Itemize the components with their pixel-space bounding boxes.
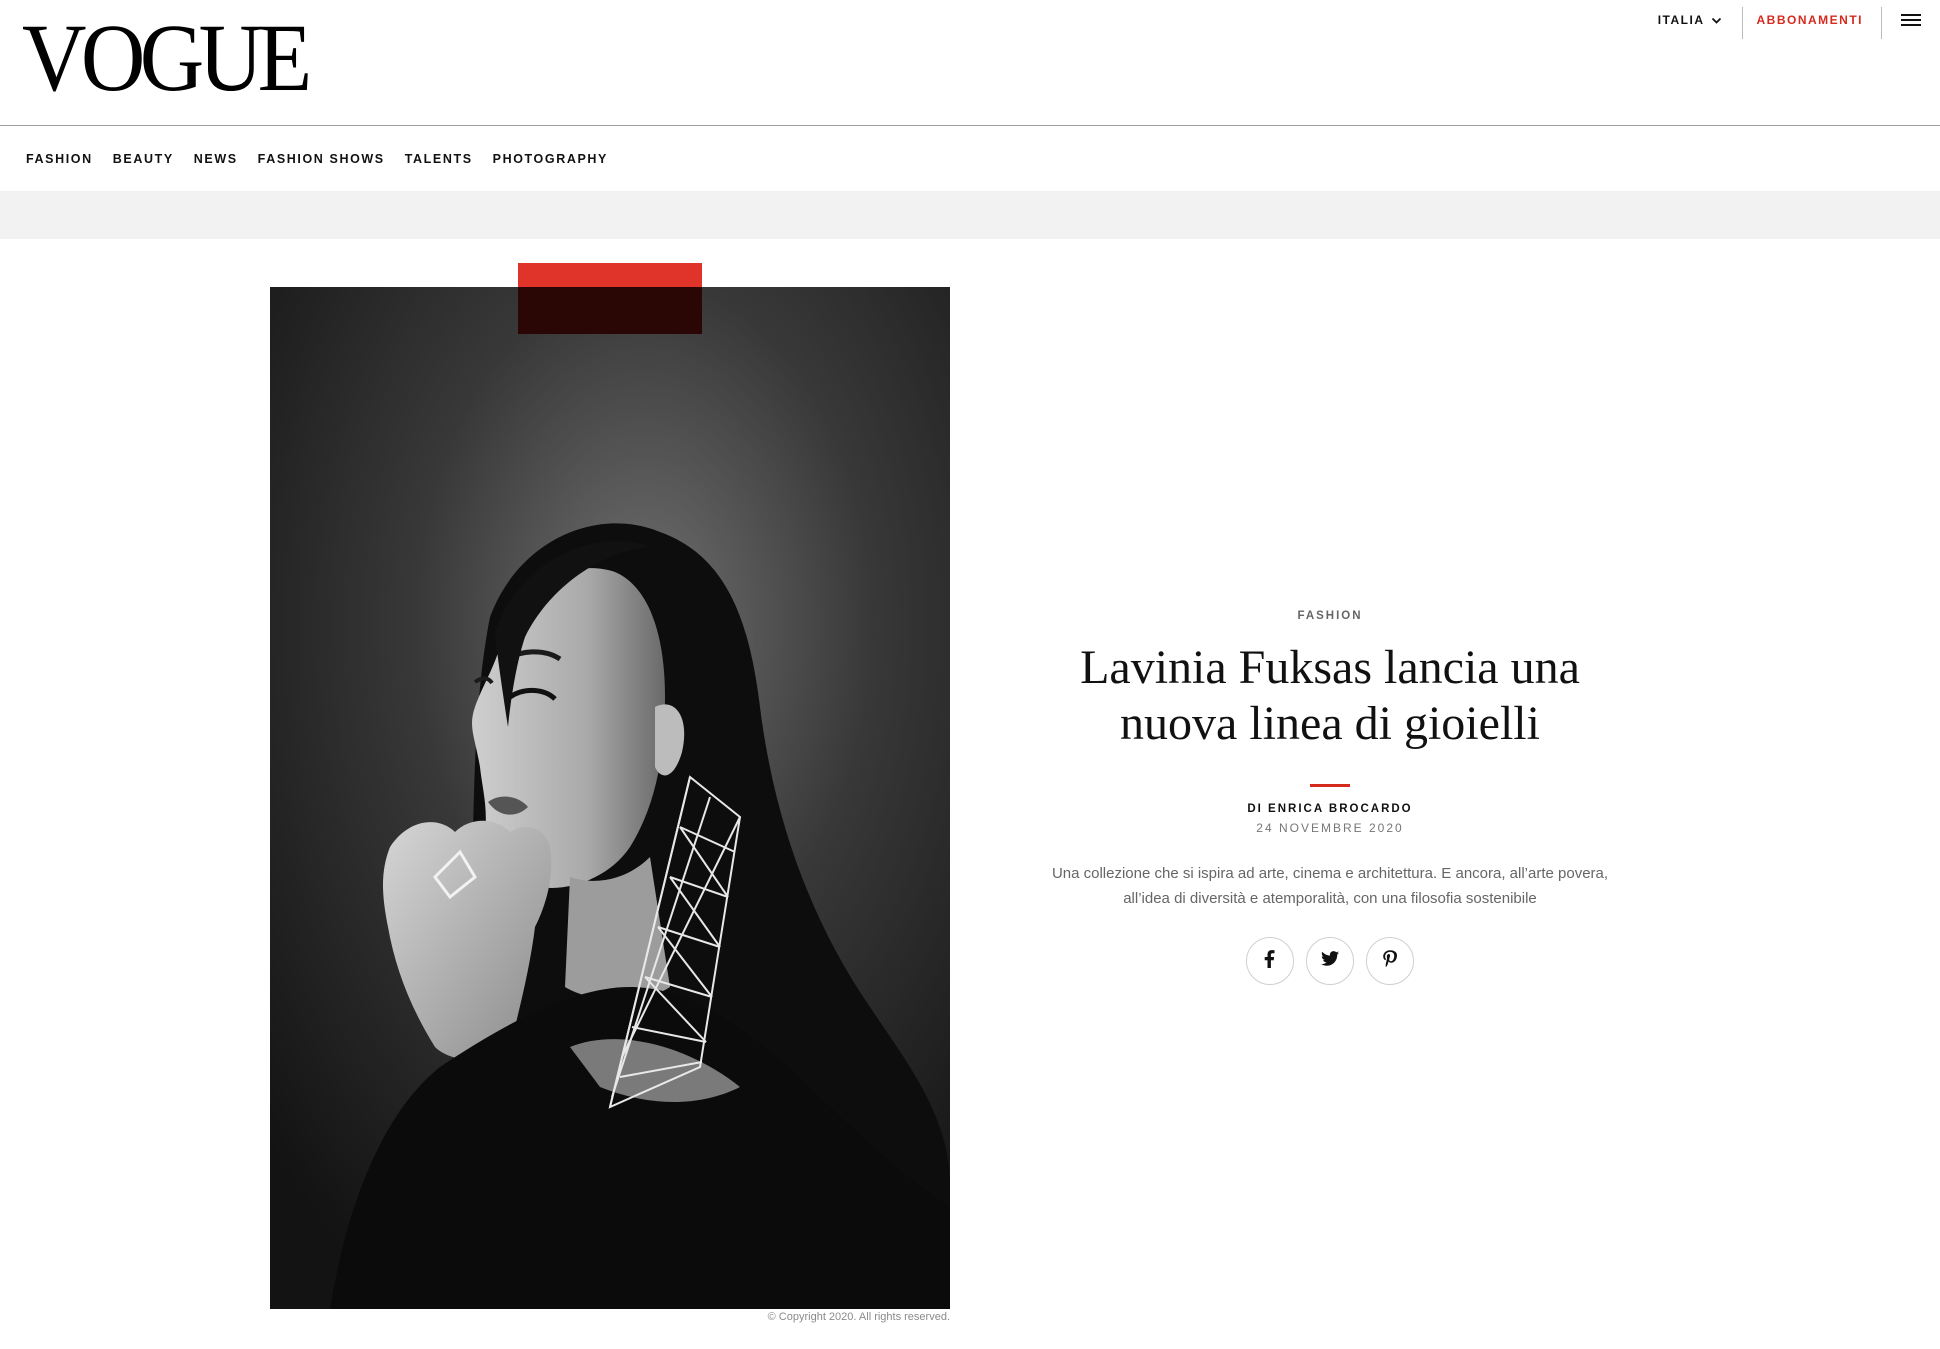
nav-item-talents[interactable]: TALENTS — [405, 152, 473, 166]
article-byline[interactable]: DI ENRICA BROCARDO — [1040, 803, 1620, 815]
facebook-icon — [1262, 949, 1278, 973]
main-nav: FASHION BEAUTY NEWS FASHION SHOWS TALENT… — [0, 127, 1940, 191]
country-selector[interactable]: ITALIA — [1658, 0, 1742, 40]
share-bar — [1040, 937, 1620, 985]
image-copyright: © Copyright 2020. All rights reserved. — [767, 1311, 950, 1323]
nav-item-news[interactable]: NEWS — [194, 152, 238, 166]
divider — [1310, 784, 1350, 787]
nav-item-beauty[interactable]: BEAUTY — [113, 152, 174, 166]
article-date: 24 NOVEMBRE 2020 — [1256, 821, 1404, 835]
chevron-down-icon — [1711, 15, 1722, 26]
country-label: ITALIA — [1657, 13, 1705, 27]
hamburger-menu-icon[interactable] — [1882, 0, 1940, 40]
nav-item-fashion[interactable]: FASHION — [26, 152, 93, 166]
pinterest-share-button[interactable] — [1366, 937, 1414, 985]
red-accent-block-overlay — [518, 287, 702, 334]
article-category[interactable]: FASHION — [1040, 610, 1620, 622]
facebook-share-button[interactable] — [1246, 937, 1294, 985]
nav-item-fashion-shows[interactable]: FASHION SHOWS — [258, 152, 385, 166]
ad-banner-area — [0, 191, 1940, 239]
hero-image — [270, 287, 950, 1309]
site-header: VOGUE ITALIA ABBONAMENTI — [0, 0, 1940, 126]
article-header: FASHION Lavinia Fuksas lancia una nuova … — [1040, 610, 1620, 985]
pinterest-icon — [1383, 949, 1397, 973]
header-utility-bar: ITALIA ABBONAMENTI — [1658, 0, 1940, 40]
nav-item-photography[interactable]: PHOTOGRAPHY — [493, 152, 608, 166]
article-title: Lavinia Fuksas lancia una nuova linea di… — [1080, 641, 1580, 750]
article-dek: Una collezione che si ispira ad arte, ci… — [1051, 865, 1609, 907]
twitter-icon — [1321, 951, 1339, 971]
vogue-logo[interactable]: VOGUE — [22, 10, 312, 106]
twitter-share-button[interactable] — [1306, 937, 1354, 985]
subscribe-link[interactable]: ABBONAMENTI — [1743, 13, 1882, 27]
